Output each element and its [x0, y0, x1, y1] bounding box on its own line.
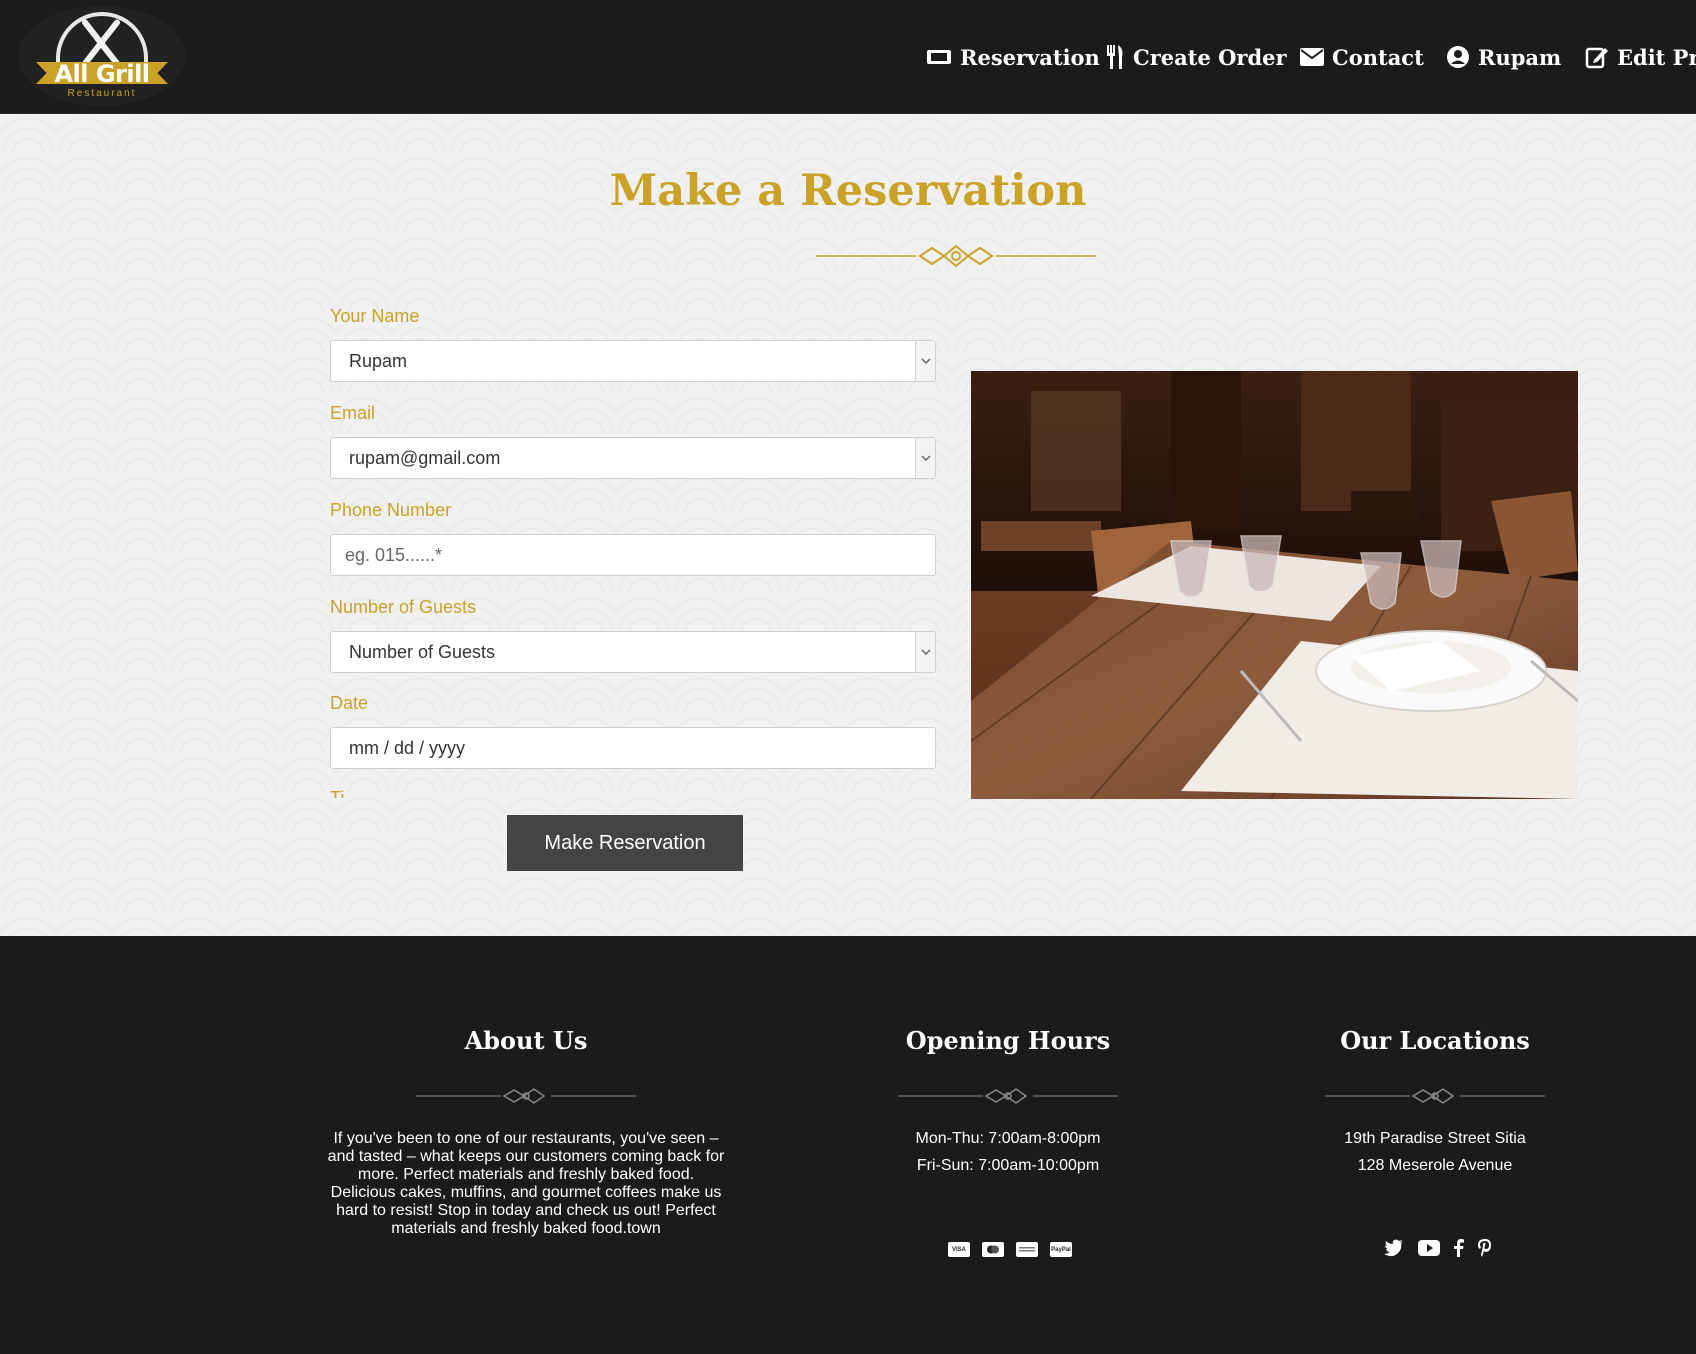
nav-label: Rupam — [1478, 44, 1562, 70]
edit-icon — [1585, 47, 1608, 69]
youtube-icon[interactable] — [1418, 1240, 1440, 1256]
payment-icons: VISA PayPal — [948, 1242, 1072, 1257]
email-label: Email — [330, 403, 376, 423]
location-line-1: 19th Paradise Street Sitia — [1344, 1130, 1526, 1147]
page-title: Make a Reservation — [609, 166, 1087, 216]
footer-ornament — [416, 1088, 636, 1104]
about-title: About Us — [464, 1026, 588, 1055]
nav-user[interactable]: Rupam — [1446, 42, 1561, 72]
time-field-clipped: Ti — [330, 790, 940, 798]
visa-icon: VISA — [948, 1242, 970, 1257]
nav-label: Reservation — [960, 44, 1100, 70]
chevron-down-icon[interactable] — [915, 438, 935, 478]
chevron-down-icon[interactable] — [915, 341, 935, 381]
footer-ornament — [898, 1088, 1118, 1104]
facebook-icon[interactable] — [1454, 1239, 1464, 1257]
footer-about: About Us — [316, 1026, 736, 1055]
about-text: If you've been to one of our restaurants… — [327, 1130, 725, 1237]
make-reservation-button[interactable]: Make Reservation — [507, 815, 743, 871]
phone-placeholder: eg. 015......* — [345, 545, 443, 565]
user-circle-icon — [1447, 46, 1469, 68]
footer-ornament — [1325, 1088, 1545, 1104]
name-value: Rupam — [349, 351, 408, 371]
phone-input[interactable]: eg. 015......* — [330, 534, 936, 576]
guests-value: Number of Guests — [349, 642, 496, 662]
nav-create-order[interactable]: Create Order — [1105, 42, 1287, 72]
logo[interactable]: All Grill Restaurant — [18, 6, 186, 106]
amex-icon — [1016, 1242, 1038, 1257]
date-input[interactable]: mm / dd / yyyy — [330, 727, 936, 769]
phone-label: Phone Number — [330, 500, 452, 520]
nav-edit-profile[interactable]: Edit Prof — [1585, 42, 1696, 72]
logo-subtext: Restaurant — [67, 88, 137, 99]
envelope-icon — [1300, 48, 1324, 66]
name-label: Your Name — [330, 306, 420, 326]
location-line-2: 128 Meserole Avenue — [1357, 1157, 1513, 1174]
footer-locations: Our Locations — [1225, 1026, 1645, 1055]
guests-select[interactable]: Number of Guests — [330, 631, 936, 673]
restaurant-table-image — [971, 371, 1578, 799]
guests-label: Number of Guests — [330, 597, 477, 617]
pinterest-icon[interactable] — [1478, 1239, 1492, 1257]
footer: About Us If you've been to one of our re… — [0, 936, 1696, 1354]
reservation-section: Make a Reservation Your Name Rupam Email… — [0, 114, 1696, 936]
email-select[interactable]: rupam@gmail.com — [330, 437, 936, 479]
nav-label: Create Order — [1133, 44, 1287, 70]
nav-reservation[interactable]: Reservation — [926, 42, 1100, 72]
nav-label: Contact — [1332, 44, 1424, 70]
top-navbar: All Grill Restaurant Reservation Create … — [0, 0, 1696, 114]
social-icons — [1384, 1239, 1492, 1257]
logo-text: All Grill — [54, 60, 150, 88]
mastercard-icon — [982, 1242, 1004, 1257]
hours-line-2: Fri-Sun: 7:00am-10:00pm — [916, 1157, 1100, 1174]
utensils-icon — [1107, 45, 1123, 69]
chevron-down-icon[interactable] — [915, 632, 935, 672]
name-select[interactable]: Rupam — [330, 340, 936, 382]
ticket-icon — [927, 50, 951, 64]
nav-contact[interactable]: Contact — [1300, 42, 1424, 72]
hours-title: Opening Hours — [905, 1026, 1111, 1055]
twitter-icon[interactable] — [1384, 1239, 1404, 1257]
date-label: Date — [330, 693, 369, 713]
locations-title: Our Locations — [1340, 1026, 1530, 1055]
paypal-icon: PayPal — [1050, 1242, 1072, 1257]
nav-label: Edit Prof — [1617, 44, 1696, 70]
footer-hours: Opening Hours — [798, 1026, 1218, 1055]
date-placeholder: mm / dd / yyyy — [349, 738, 466, 758]
email-value: rupam@gmail.com — [349, 448, 501, 468]
hours-line-1: Mon-Thu: 7:00am-8:00pm — [915, 1130, 1101, 1147]
ornament-divider — [816, 244, 1096, 268]
time-label: Ti — [330, 790, 344, 798]
